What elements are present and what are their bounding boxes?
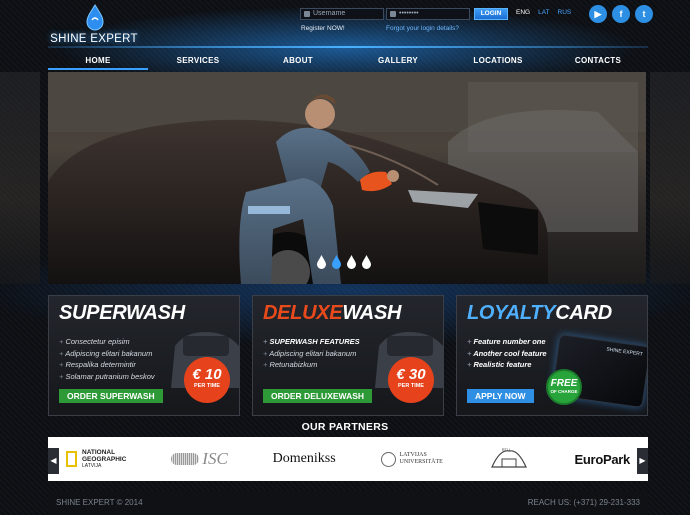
free-badge: FREE OF CHARGE	[546, 369, 582, 405]
deluxewash-features: SUPERWASH FEATURES Adipiscing elitari ba…	[263, 336, 360, 371]
rtu-logo[interactable]: RTU	[488, 447, 530, 471]
ng-line2: GEOGRAPHIC	[82, 456, 127, 463]
password-placeholder: ••••••••	[399, 10, 419, 17]
list-item: Retunabizkum	[263, 359, 360, 371]
logo-text: SHINE EXPERT	[50, 33, 138, 45]
register-link[interactable]: Register NOW!	[301, 25, 345, 32]
deluxewash-price-badge: € 30 PER TIME	[388, 357, 434, 403]
slider-dot-2[interactable]	[331, 254, 342, 269]
slider-dot-1[interactable]	[316, 254, 327, 269]
hero-next-preview[interactable]	[650, 72, 690, 284]
loyalty-card-brand: SHINE EXPERT	[606, 346, 644, 358]
price-unit: PER TIME	[194, 383, 220, 389]
twitter-icon[interactable]: t	[635, 5, 653, 23]
nav-gallery[interactable]: GALLERY	[348, 52, 448, 70]
nav-locations[interactable]: LOCATIONS	[448, 52, 548, 70]
list-item: Another cool feature	[467, 348, 546, 360]
site-logo[interactable]: SHINE EXPERT	[48, 4, 140, 46]
loyalty-features: Feature number one Another cool feature …	[467, 336, 547, 371]
loyalty-title: LOYALTYCARD	[467, 302, 612, 324]
hero-prev-preview[interactable]	[0, 72, 40, 284]
list-item: SUPERWASH FEATURES	[263, 336, 359, 348]
europark-logo[interactable]: EuroPark	[574, 451, 631, 467]
free-sub-label: OF CHARGE	[550, 389, 578, 394]
loyalty-card: SHINE EXPERT LOYALTYCARD Feature number …	[456, 295, 648, 416]
partners-heading: OUR PARTNERS	[301, 421, 389, 433]
europark-text: EuroPark	[574, 451, 631, 467]
youtube-icon[interactable]: ▶	[589, 5, 607, 23]
deluxewash-card: DELUXEWASH SUPERWASH FEATURES Adipiscing…	[252, 295, 444, 416]
price-value: € 30	[396, 366, 426, 383]
nav-home[interactable]: HOME	[48, 52, 148, 70]
hero-slide	[48, 72, 646, 284]
list-item: Consectetur episim	[59, 336, 155, 348]
ng-frame-icon	[66, 451, 77, 467]
nav-services[interactable]: SERVICES	[148, 52, 248, 70]
superwash-price-badge: € 10 PER TIME	[184, 357, 230, 403]
language-switcher: ENG LAT RUS	[516, 9, 571, 16]
lu-line1: LATVIJAS	[399, 452, 427, 458]
rtu-emblem-icon: RTU	[488, 447, 530, 471]
footer-contact: REACH US: (+371) 29-231-333	[527, 498, 640, 507]
username-input[interactable]: Username	[300, 8, 384, 20]
facebook-icon[interactable]: f	[612, 5, 630, 23]
header-divider	[48, 46, 648, 48]
forgot-login-link[interactable]: Forgot your login details?	[386, 25, 459, 32]
lang-rus[interactable]: RUS	[558, 9, 572, 16]
apply-now-button[interactable]: APPLY NOW	[467, 389, 534, 403]
list-item: Realistic feature	[467, 359, 547, 371]
superwash-card: SUPERWASH Consectetur episim Adipiscing …	[48, 295, 240, 416]
list-item: Adipiscing elitari bakanum	[59, 348, 155, 360]
partners-prev-arrow[interactable]: ◀	[48, 448, 59, 474]
list-item: Respalika determintir	[59, 359, 155, 371]
list-item: Adipiscing elitari bakanum	[263, 348, 360, 360]
slider-dots	[316, 254, 372, 269]
water-drop-icon	[86, 4, 104, 31]
partner-logos: NATIONAL GEOGRAPHIC LATVIJA ISC Domeniks…	[62, 437, 634, 481]
ng-line3: LATVIJA	[82, 463, 102, 469]
nav-about[interactable]: ABOUT	[248, 52, 348, 70]
lu-line2: UNIVERSITĀTE	[399, 459, 443, 465]
isc-ring-icon	[171, 453, 200, 465]
lang-eng[interactable]: ENG	[516, 9, 530, 16]
user-icon	[304, 11, 310, 17]
price-unit: PER TIME	[398, 383, 424, 389]
superwash-title: SUPERWASH	[59, 302, 185, 324]
username-placeholder: Username	[313, 10, 346, 17]
main-nav: HOME SERVICES ABOUT GALLERY LOCATIONS CO…	[48, 52, 648, 70]
login-button[interactable]: LOGIN	[474, 8, 508, 20]
slider-dot-4[interactable]	[361, 254, 372, 269]
isc-text: ISC	[202, 449, 228, 468]
order-deluxewash-button[interactable]: ORDER DELUXEWASH	[263, 389, 373, 403]
nav-contacts[interactable]: CONTACTS	[548, 52, 648, 70]
partners-next-arrow[interactable]: ▶	[637, 448, 648, 474]
domenikss-logo[interactable]: Domenikss	[273, 451, 336, 467]
price-value: € 10	[192, 366, 222, 383]
deluxewash-title: DELUXEWASH	[263, 302, 402, 324]
list-item: Feature number one	[467, 336, 547, 348]
lock-icon	[390, 11, 396, 17]
footer-copyright: SHINE EXPERT © 2014	[56, 498, 143, 507]
order-superwash-button[interactable]: ORDER SUPERWASH	[59, 389, 163, 403]
lang-lat[interactable]: LAT	[538, 9, 549, 16]
rtu-text: RTU	[501, 447, 510, 452]
superwash-features: Consectetur episim Adipiscing elitari ba…	[59, 336, 155, 382]
ng-line1: NATIONAL	[82, 449, 116, 456]
social-links: ▶ f t	[589, 5, 653, 23]
university-seal-icon	[380, 451, 396, 467]
list-item: Solamar putranium beskov	[59, 371, 154, 383]
slider-dot-3[interactable]	[346, 254, 357, 269]
isc-logo[interactable]: ISC	[171, 449, 228, 469]
domenikss-text: Domenikss	[272, 451, 336, 466]
free-label: FREE	[550, 378, 578, 389]
password-input[interactable]: ••••••••	[386, 8, 470, 20]
latvijas-universitate-logo[interactable]: LATVIJAS UNIVERSITĀTE	[380, 451, 443, 467]
footer: SHINE EXPERT © 2014 REACH US: (+371) 29-…	[48, 491, 648, 515]
national-geographic-logo[interactable]: NATIONAL GEOGRAPHIC LATVIJA	[66, 449, 126, 469]
hero-photo	[48, 72, 646, 284]
